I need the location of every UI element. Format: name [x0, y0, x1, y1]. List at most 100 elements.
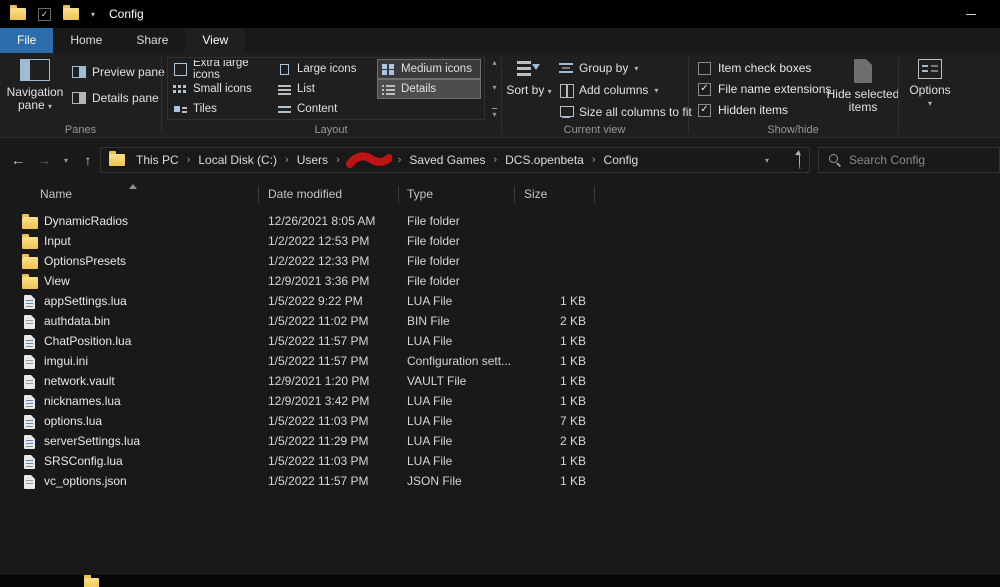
file-date-modified: 1/2/2022 12:53 PM [268, 234, 370, 248]
refresh-button[interactable] [799, 153, 801, 169]
redacted-username-scribble[interactable] [343, 152, 395, 172]
tab-share[interactable]: Share [119, 28, 185, 53]
preview-pane-label: Preview pane [92, 65, 165, 79]
search-box[interactable] [818, 147, 1000, 173]
column-divider[interactable] [514, 186, 515, 203]
breadcrumb-dcs-openbeta[interactable]: DCS.openbeta [502, 153, 587, 167]
column-divider[interactable] [398, 186, 399, 203]
table-row[interactable]: authdata.bin 1/5/2022 11:02 PM BIN File … [0, 311, 1000, 331]
file-name: nicknames.lua [44, 394, 121, 408]
extra-large-icons-icon [173, 62, 188, 76]
file-name-extensions-option[interactable]: ✓ File name extensions [698, 79, 831, 99]
file-name: serverSettings.lua [44, 434, 141, 448]
large-icons-icon [277, 63, 292, 76]
search-icon [828, 153, 842, 167]
qat-dropdown-icon[interactable]: ▾ [91, 10, 95, 19]
hidden-items-option[interactable]: ✓ Hidden items [698, 100, 831, 120]
table-row[interactable]: Input 1/2/2022 12:53 PM File folder [0, 231, 1000, 251]
column-divider[interactable] [594, 186, 595, 203]
file-date-modified: 1/5/2022 11:57 PM [268, 474, 369, 488]
medium-icons-icon [381, 63, 396, 76]
column-header-date-modified[interactable]: Date modified [268, 182, 342, 206]
breadcrumb-local-disk-c[interactable]: Local Disk (C:) [195, 153, 280, 167]
size-all-columns-button[interactable]: Size all columns to fit [555, 102, 696, 122]
back-button[interactable]: ← [7, 148, 29, 172]
gallery-expand-icon[interactable]: ▾ [492, 108, 497, 119]
layout-item-details[interactable]: Details [377, 79, 481, 99]
options-button[interactable]: Options ▾ [898, 55, 962, 110]
table-row[interactable]: DynamicRadios 12/26/2021 8:05 AM File fo… [0, 211, 1000, 231]
search-input[interactable] [849, 153, 979, 167]
column-header-size[interactable]: Size [524, 182, 547, 206]
layout-item-large-icons[interactable]: Large icons [273, 59, 377, 79]
table-row[interactable]: SRSConfig.lua 1/5/2022 11:03 PM LUA File… [0, 451, 1000, 471]
file-size: 7 KB [559, 414, 586, 428]
ribbon-group-current-view: Sort by ▾ Group by ▾ Add columns ▾ Size … [501, 53, 692, 138]
breadcrumb-users[interactable]: Users [294, 153, 331, 167]
table-row[interactable]: OptionsPresets 1/2/2022 12:33 PM File fo… [0, 251, 1000, 271]
checkbox[interactable]: ✓ [698, 82, 711, 96]
layout-item-list[interactable]: List [273, 79, 377, 99]
breadcrumb-separator: › [493, 154, 498, 166]
hide-selected-items-button[interactable]: Hide selected items [826, 55, 900, 114]
layout-item-small-icons[interactable]: Small icons [169, 79, 273, 99]
table-row[interactable]: vc_options.json 1/5/2022 11:57 PM JSON F… [0, 471, 1000, 491]
file-size: 1 KB [559, 334, 586, 348]
table-row[interactable]: View 12/9/2021 3:36 PM File folder [0, 271, 1000, 291]
add-columns-button[interactable]: Add columns ▾ [555, 80, 696, 100]
table-row[interactable]: network.vault 12/9/2021 1:20 PM VAULT Fi… [0, 371, 1000, 391]
layout-item-medium-icons[interactable]: Medium icons [377, 59, 481, 79]
sort-by-button[interactable]: Sort by ▾ [505, 55, 553, 98]
forward-button[interactable]: → [33, 148, 55, 172]
file-size: 2 KB [559, 314, 586, 328]
breadcrumb-config[interactable]: Config [601, 153, 642, 167]
address-bar-row: ← → ▾ ↑ This PC › Local Disk (C:) › User… [0, 139, 1000, 181]
layout-gallery: Extra large icons Large icons Medium ico… [167, 57, 485, 120]
checkbox[interactable]: ✓ [698, 103, 711, 117]
item-check-boxes-option[interactable]: ✓ Item check boxes [698, 58, 831, 78]
layout-item-extra-large-icons[interactable]: Extra large icons [169, 59, 273, 79]
layout-item-tiles[interactable]: Tiles [169, 99, 273, 119]
table-row[interactable]: imgui.ini 1/5/2022 11:57 PM Configuratio… [0, 351, 1000, 371]
recent-locations-icon[interactable]: ▾ [59, 148, 73, 172]
new-folder-icon[interactable] [63, 5, 79, 20]
file-type: LUA File [407, 414, 453, 428]
size-all-columns-icon [559, 106, 574, 118]
file-type: Configuration sett... [407, 354, 512, 368]
tab-file[interactable]: File [0, 28, 54, 53]
table-row[interactable]: appSettings.lua 1/5/2022 9:22 PM LUA Fil… [0, 291, 1000, 311]
preview-pane-button[interactable]: Preview pane [68, 62, 169, 82]
file-icon [24, 475, 35, 489]
taskbar-explorer-icon[interactable] [84, 575, 99, 587]
table-row[interactable]: nicknames.lua 12/9/2021 3:42 PM LUA File… [0, 391, 1000, 411]
file-date-modified: 1/5/2022 11:03 PM [268, 454, 369, 468]
gallery-scroll-up-icon[interactable]: ▴ [492, 58, 496, 67]
file-type: BIN File [407, 314, 450, 328]
address-dropdown-icon[interactable]: ▾ [757, 148, 777, 172]
address-bar[interactable]: This PC › Local Disk (C:) › Users › › Sa… [100, 147, 810, 173]
up-button[interactable]: ↑ [77, 148, 99, 172]
minimize-button[interactable] [950, 0, 992, 28]
breadcrumb-this-pc[interactable]: This PC [133, 153, 182, 167]
column-divider[interactable] [258, 186, 259, 203]
group-by-icon [559, 62, 573, 74]
chevron-down-icon: ▾ [654, 85, 659, 95]
table-row[interactable]: options.lua 1/5/2022 11:03 PM LUA File 7… [0, 411, 1000, 431]
breadcrumb-saved-games[interactable]: Saved Games [406, 153, 488, 167]
layout-item-content[interactable]: Content [273, 99, 377, 119]
tab-home[interactable]: Home [53, 28, 119, 53]
file-type: LUA File [407, 454, 453, 468]
tab-view[interactable]: View [185, 28, 246, 53]
chevron-down-icon: ▾ [547, 87, 552, 96]
gallery-scroll-down-icon[interactable]: ▾ [492, 83, 496, 92]
table-row[interactable]: ChatPosition.lua 1/5/2022 11:57 PM LUA F… [0, 331, 1000, 351]
column-header-type[interactable]: Type [407, 182, 433, 206]
column-header-name[interactable]: Name [40, 182, 72, 206]
navigation-pane-button[interactable]: Navigation pane ▾ [4, 55, 66, 113]
checkbox[interactable]: ✓ [698, 61, 711, 75]
details-pane-button[interactable]: Details pane [68, 88, 169, 108]
check-icon[interactable]: ✓ [38, 7, 51, 21]
table-row[interactable]: serverSettings.lua 1/5/2022 11:29 PM LUA… [0, 431, 1000, 451]
file-date-modified: 1/2/2022 12:33 PM [268, 254, 370, 268]
group-by-button[interactable]: Group by ▾ [555, 58, 696, 78]
